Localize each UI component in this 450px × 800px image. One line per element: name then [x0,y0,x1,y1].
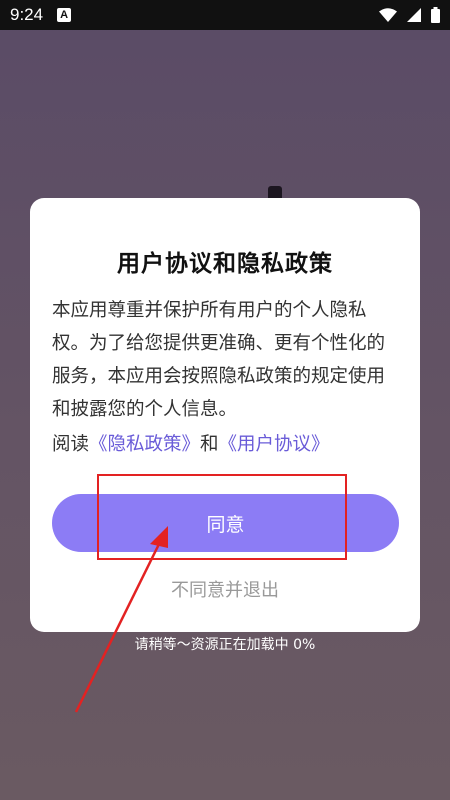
annotation-highlight-box [97,474,347,560]
links-prefix: 阅读 [52,434,90,455]
privacy-policy-link[interactable]: 《隐私政策》 [89,434,200,455]
policy-links-row: 阅读《隐私政策》和《用户协议》 [52,430,330,456]
status-icons [379,7,440,23]
user-agreement-link[interactable]: 《用户协议》 [219,434,330,455]
status-bar: 9:24 A [0,0,450,30]
dialog-title: 用户协议和隐私政策 [117,251,333,277]
notification-a-icon: A [57,8,72,22]
wifi-icon [379,8,397,22]
privacy-dialog: 用户协议和隐私政策 本应用尊重并保护所有用户的个人隐私权。为了给您提供更准确、更… [30,198,420,632]
signal-icon [407,8,421,22]
battery-icon [431,7,440,23]
disagree-exit-button[interactable]: 不同意并退出 [30,576,420,602]
loading-status: 请稍等～资源正在加载中 0% [134,637,316,653]
status-time: 9:24 [10,5,44,24]
dialog-body: 本应用尊重并保护所有用户的个人隐私权。为了给您提供更准确、更有个性化的服务，本应… [52,300,386,420]
links-joiner: 和 [200,434,219,455]
